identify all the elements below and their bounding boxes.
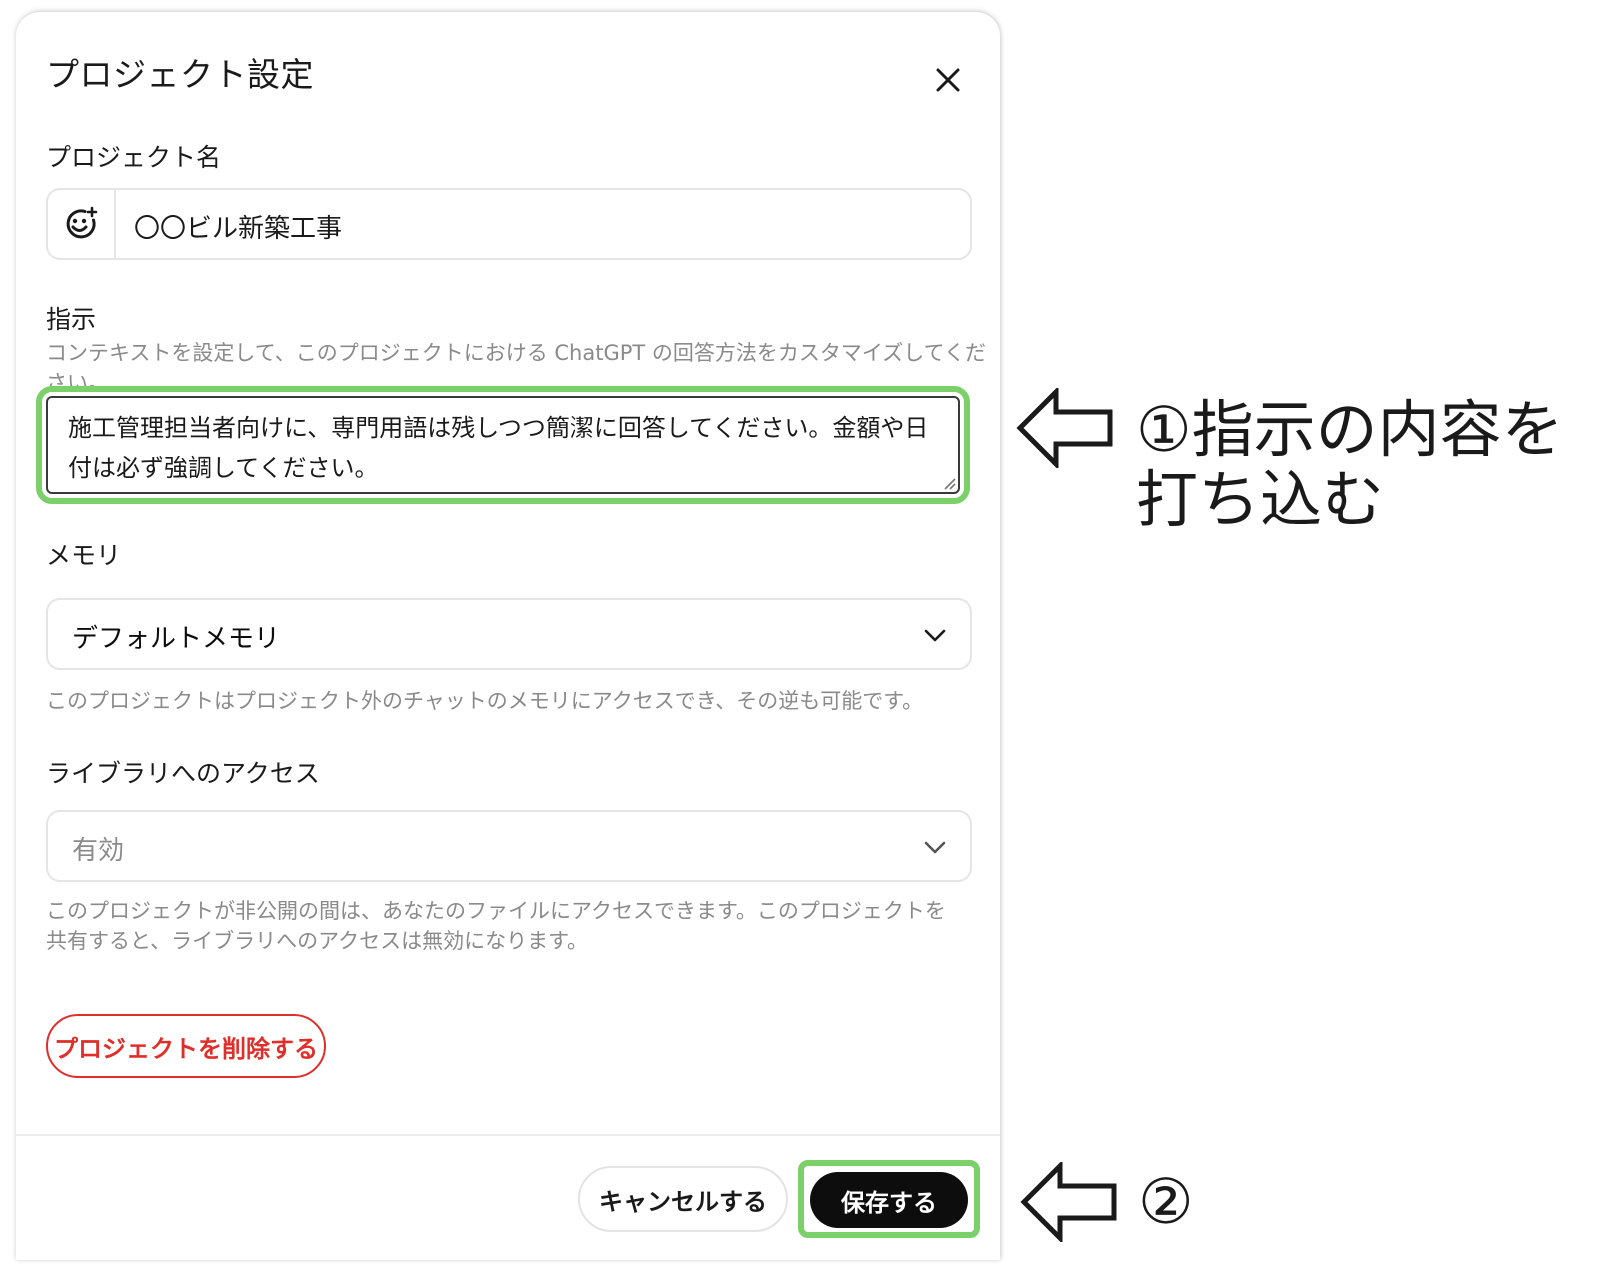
resize-handle-icon[interactable]: [942, 476, 956, 490]
close-button[interactable]: [928, 60, 968, 100]
annotation-step1-line1: ①指示の内容を: [1136, 393, 1564, 466]
footer-divider: [16, 1134, 1000, 1136]
memory-select[interactable]: デフォルトメモリ: [46, 598, 972, 670]
library-access-select[interactable]: 有効: [46, 810, 972, 882]
chevron-down-icon: [924, 629, 946, 642]
chevron-down-icon: [924, 841, 946, 854]
instructions-textarea[interactable]: 施工管理担当者向けに、専門用語は残しつつ簡潔に回答してください。金額や日付は必ず…: [46, 396, 960, 494]
emoji-picker-button[interactable]: [48, 190, 116, 258]
close-icon: [936, 68, 960, 92]
memory-hint: このプロジェクトはプロジェクト外のチャットのメモリにアクセスでき、その逆も可能で…: [46, 689, 924, 713]
delete-project-button[interactable]: プロジェクトを削除する: [46, 1014, 326, 1078]
left-arrow-icon: [1016, 388, 1113, 468]
memory-label: メモリ: [46, 541, 122, 570]
annotation-step1-line2: 打ち込む: [1136, 463, 1385, 536]
dialog-title: プロジェクト設定: [46, 55, 314, 94]
cancel-button[interactable]: キャンセルする: [578, 1166, 788, 1232]
instructions-label: 指示: [46, 305, 97, 334]
project-name-input[interactable]: 〇〇ビル新築工事: [134, 208, 342, 245]
memory-selected-value: デフォルトメモリ: [72, 624, 281, 654]
library-access-label: ライブラリへのアクセス: [46, 759, 320, 788]
annotation-step2: ②: [1138, 1165, 1194, 1238]
instructions-highlight: 施工管理担当者向けに、専門用語は残しつつ簡潔に回答してください。金額や日付は必ず…: [36, 386, 970, 504]
smiley-add-icon: [66, 206, 98, 239]
library-access-hint: このプロジェクトが非公開の間は、あなたのファイルにアクセスできます。このプロジェ…: [46, 899, 946, 953]
library-access-selected-value: 有効: [72, 836, 125, 866]
instructions-text: 施工管理担当者向けに、専門用語は残しつつ簡潔に回答してください。金額や日付は必ず…: [68, 414, 929, 482]
left-arrow-icon: [1020, 1162, 1117, 1242]
save-button[interactable]: 保存する: [810, 1172, 968, 1228]
project-name-label: プロジェクト名: [46, 143, 222, 172]
project-name-field[interactable]: 〇〇ビル新築工事: [46, 188, 972, 260]
